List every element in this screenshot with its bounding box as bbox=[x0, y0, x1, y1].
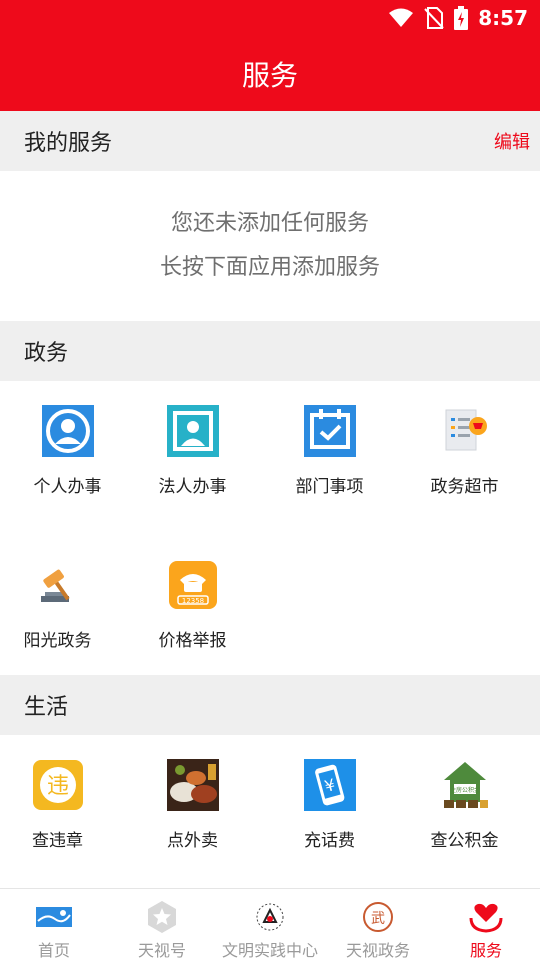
svg-text:住房公积金: 住房公积金 bbox=[449, 786, 479, 794]
life-section-title: 生活 bbox=[24, 695, 69, 720]
tab-label: 服务 bbox=[469, 941, 502, 960]
my-services-empty: 您还未添加任何服务 长按下面应用添加服务 bbox=[0, 171, 540, 321]
tab-label: 首页 bbox=[37, 941, 70, 960]
violation-icon: 违 bbox=[31, 758, 85, 812]
service-housing-fund[interactable]: 住房公积金 查公积金 bbox=[397, 758, 532, 851]
calendar-check-icon bbox=[303, 404, 357, 458]
phone-recharge-icon: ¥ bbox=[303, 758, 357, 812]
corporate-person-icon bbox=[166, 404, 220, 458]
status-bar: 8:57 bbox=[0, 0, 540, 36]
gov-grid: 个人办事 法人办事 部门事项 政务超市 阳光政务 12358 价格举报 bbox=[0, 381, 540, 675]
service-gov-supermarket[interactable]: 政务超市 bbox=[397, 404, 532, 497]
service-price-report[interactable]: 12358 价格举报 bbox=[125, 558, 260, 651]
service-personal-affairs[interactable]: 个人办事 bbox=[0, 404, 135, 497]
tab-tianshi-gov[interactable]: 武 天视政务 bbox=[324, 889, 432, 961]
tab-home[interactable]: 首页 bbox=[0, 889, 108, 961]
housing-fund-icon: 住房公积金 bbox=[438, 758, 492, 812]
battery-charging-icon bbox=[454, 6, 469, 30]
phone-12358-icon: 12358 bbox=[166, 558, 220, 612]
svg-text:违: 违 bbox=[46, 774, 68, 799]
tile-label: 点外卖 bbox=[167, 831, 218, 851]
service-department-matters[interactable]: 部门事项 bbox=[262, 404, 397, 497]
tile-label: 充话费 bbox=[304, 831, 355, 851]
status-time: 8:57 bbox=[478, 6, 528, 30]
document-cart-icon bbox=[438, 404, 492, 458]
service-check-violation[interactable]: 违 查违章 bbox=[0, 758, 125, 851]
wifi-icon bbox=[389, 8, 414, 27]
home-logo-icon bbox=[34, 899, 74, 935]
tab-label: 天视政务 bbox=[345, 941, 410, 960]
my-services-title: 我的服务 bbox=[24, 131, 113, 156]
star-badge-icon bbox=[142, 899, 182, 935]
gov-section-title: 政务 bbox=[24, 341, 69, 366]
tile-label: 查违章 bbox=[32, 831, 83, 851]
service-order-food[interactable]: 点外卖 bbox=[125, 758, 260, 851]
my-services-header: 我的服务 编辑 bbox=[0, 111, 540, 171]
app-header: 服务 bbox=[0, 36, 540, 111]
bottom-tab-bar: 首页 天视号 文明实践中心 武 天视政务 服务 bbox=[0, 888, 540, 961]
service-corporate-affairs[interactable]: 法人办事 bbox=[125, 404, 260, 497]
svg-text:武: 武 bbox=[371, 911, 385, 927]
tile-label: 查公积金 bbox=[430, 831, 499, 851]
tile-label: 价格举报 bbox=[158, 631, 227, 651]
gov-seal-icon: 武 bbox=[358, 899, 398, 935]
heart-hand-icon bbox=[466, 899, 506, 935]
person-icon bbox=[41, 404, 95, 458]
status-icons: 8:57 bbox=[388, 6, 528, 30]
tile-label: 个人办事 bbox=[33, 477, 102, 497]
tile-label: 阳光政务 bbox=[23, 631, 92, 651]
tab-label: 天视号 bbox=[137, 941, 186, 960]
tab-label: 文明实践中心 bbox=[221, 941, 318, 960]
empty-hint-line1: 您还未添加任何服务 bbox=[170, 211, 369, 236]
tab-service[interactable]: 服务 bbox=[432, 889, 540, 961]
service-phone-recharge[interactable]: ¥ 充话费 bbox=[262, 758, 397, 851]
empty-hint-line2: 长按下面应用添加服务 bbox=[159, 255, 380, 280]
civilization-logo-icon bbox=[250, 899, 290, 935]
tile-label: 政务超市 bbox=[430, 477, 499, 497]
tab-tianshi-account[interactable]: 天视号 bbox=[108, 889, 216, 961]
life-section-header: 生活 bbox=[0, 675, 540, 735]
food-icon bbox=[166, 758, 220, 812]
gavel-icon bbox=[31, 558, 85, 612]
edit-button[interactable]: 编辑 bbox=[494, 128, 530, 154]
service-sunshine-gov[interactable]: 阳光政务 bbox=[0, 558, 125, 651]
page-title: 服务 bbox=[241, 58, 298, 92]
no-sim-icon bbox=[424, 7, 444, 29]
gov-section-header: 政务 bbox=[0, 321, 540, 381]
tile-label: 部门事项 bbox=[295, 477, 364, 497]
life-grid: 违 查违章 点外卖 ¥ 充话费 住房公积金 查公积金 bbox=[0, 735, 540, 888]
tab-civilization-center[interactable]: 文明实践中心 bbox=[216, 889, 324, 961]
tile-label: 法人办事 bbox=[158, 477, 227, 497]
svg-text:12358: 12358 bbox=[181, 597, 203, 605]
